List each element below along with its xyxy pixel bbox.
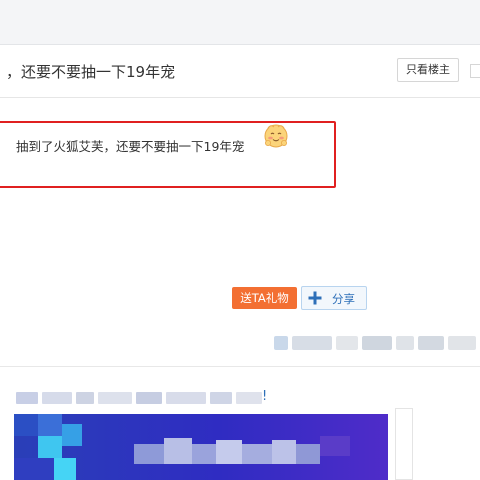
only-op-button[interactable]: 只看楼主 — [397, 58, 459, 82]
gift-button[interactable]: 送TA礼物 — [232, 287, 297, 309]
thread-title: ，还要不要抽一下19年宠 — [6, 63, 176, 81]
plus-share-icon — [308, 291, 322, 305]
ad-side-card — [395, 408, 413, 480]
top-bar — [0, 0, 480, 45]
share-button[interactable]: 分享 — [301, 286, 367, 310]
ad-exclaim: ! — [262, 389, 268, 404]
blurred-ad-text — [16, 392, 266, 406]
chevron-left-icon[interactable] — [470, 64, 480, 78]
blurred-info-bar — [270, 332, 480, 354]
ad-banner[interactable] — [14, 414, 388, 480]
post-content: 抽到了火狐艾芙，还要不要抽一下19年宠 — [16, 139, 245, 154]
share-label: 分享 — [332, 292, 355, 306]
blush-emoji-icon — [264, 124, 288, 148]
